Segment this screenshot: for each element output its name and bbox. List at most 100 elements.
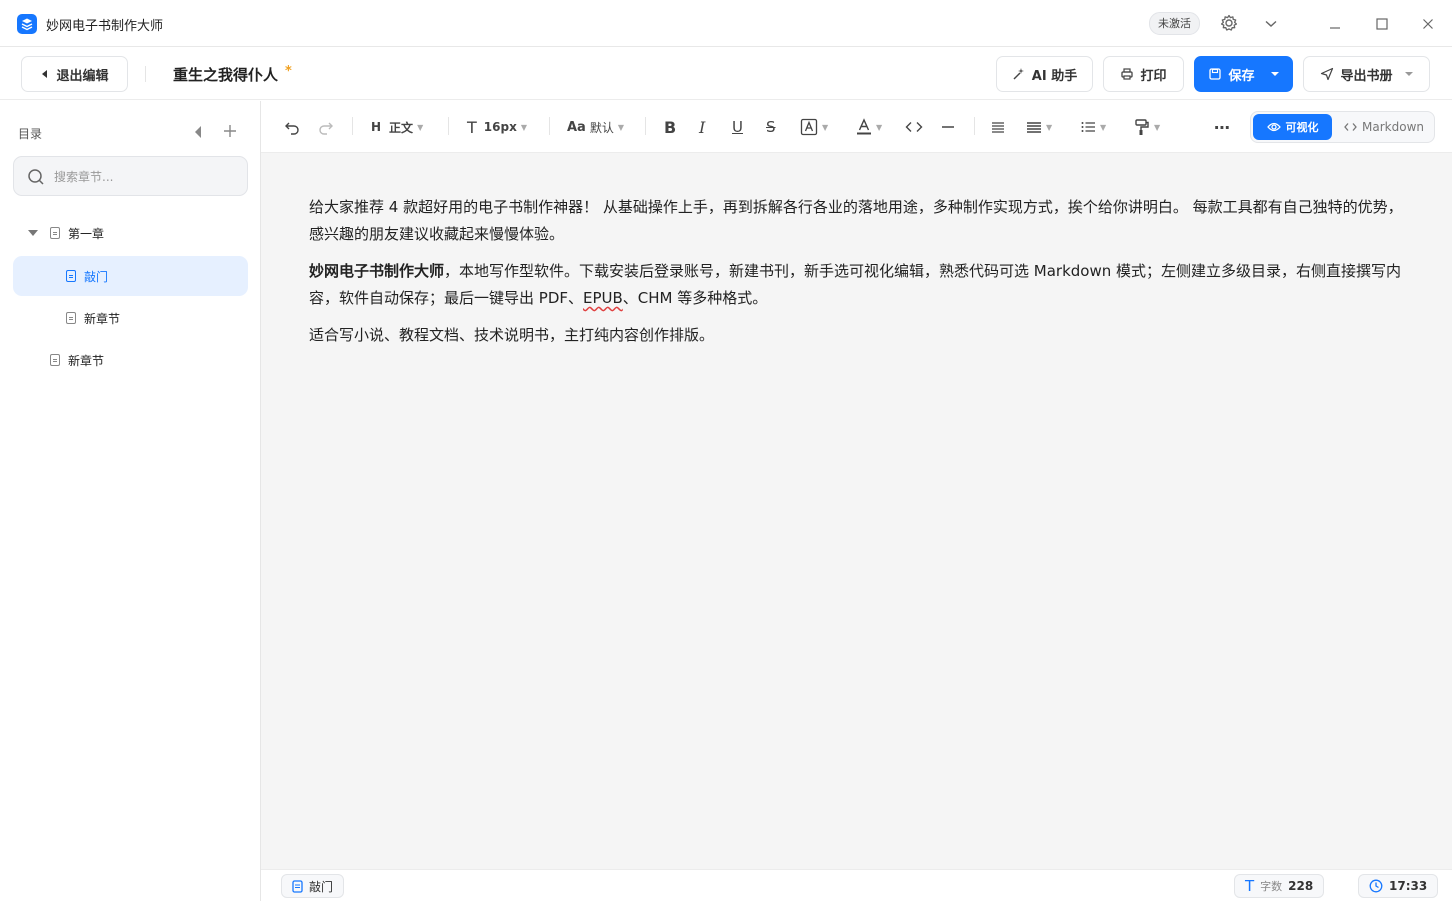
minimize-icon[interactable] <box>1326 15 1344 33</box>
heading-select[interactable]: H 正文 ▼ <box>371 115 423 139</box>
clock-icon <box>1369 879 1383 893</box>
app-logo-icon <box>17 14 37 34</box>
highlight-box-icon <box>800 118 818 136</box>
document-title[interactable]: 重生之我得仆人 * <box>173 64 292 85</box>
text-highlight-select[interactable]: ▼ <box>800 115 828 139</box>
word-count-label: 字数 <box>1260 880 1283 893</box>
word-count-chip: T 字数 228 <box>1234 874 1325 898</box>
mode-visual-button[interactable]: 可视化 <box>1253 114 1332 140</box>
chevron-down-icon[interactable] <box>1262 15 1280 33</box>
tree-item-label: 第一章 <box>68 226 105 241</box>
font-color-select[interactable]: ▼ <box>856 115 882 139</box>
bullet-list-icon <box>1081 122 1095 132</box>
print-button[interactable]: 打印 <box>1103 56 1184 92</box>
tree-item-chapter-1[interactable]: 第一章 <box>13 213 248 253</box>
chevron-down-icon: ▼ <box>617 122 625 132</box>
document-icon <box>50 227 60 239</box>
divider <box>448 117 449 135</box>
code-brackets-icon <box>1344 123 1357 131</box>
undo-icon[interactable] <box>283 115 301 139</box>
clock-time: 17:33 <box>1389 879 1428 893</box>
font-icon: Aa <box>567 119 586 135</box>
editor-mode-switch: 可视化 Markdown <box>1250 111 1435 143</box>
document-icon <box>50 354 60 366</box>
tree-item-new-section-root[interactable]: 新章节 <box>13 340 248 380</box>
add-chapter-icon[interactable] <box>222 123 238 139</box>
chevron-down-icon: ▼ <box>520 122 527 132</box>
italic-icon[interactable]: I <box>699 115 705 139</box>
chevron-down-icon: ▼ <box>822 122 829 132</box>
tree-item-label: 敲门 <box>84 269 109 284</box>
editor-canvas[interactable]: 给大家推荐 4 款超好用的电子书制作神器！ 从基础操作上手，再到拆解各行各业的落… <box>261 153 1452 869</box>
close-icon[interactable] <box>1419 15 1437 33</box>
font-size-select[interactable]: T 16px ▼ <box>467 115 527 139</box>
divider <box>352 117 353 135</box>
sidebar-heading: 目录 <box>18 127 43 141</box>
search-icon <box>28 169 44 185</box>
redo-icon[interactable] <box>317 115 335 139</box>
collapse-sidebar-icon[interactable] <box>192 124 204 138</box>
more-options-icon[interactable]: ⋯ <box>1214 115 1231 139</box>
paragraph-2[interactable]: 妙网电子书制作大师，本地写作型软件。下载安装后登录账号，新建书刊，新手选可视化编… <box>309 258 1409 312</box>
save-label: 保存 <box>1228 68 1255 84</box>
horizontal-rule-icon[interactable] <box>940 115 956 139</box>
export-book-button[interactable]: 导出书册 <box>1303 56 1430 92</box>
strikethrough-icon[interactable]: S <box>766 115 776 139</box>
code-icon[interactable] <box>905 115 923 139</box>
eye-icon <box>1266 122 1281 132</box>
chevron-down-icon: ▼ <box>417 122 424 132</box>
word-count-value: 228 <box>1288 879 1314 893</box>
chapter-search-box[interactable] <box>13 156 248 196</box>
exit-edit-button[interactable]: 退出编辑 <box>21 56 128 92</box>
font-color-icon <box>857 118 871 135</box>
ai-assistant-button[interactable]: AI 助手 <box>996 56 1093 92</box>
title-bar: 妙网电子书制作大师 未激活 <box>0 0 1452 47</box>
chapter-search-input[interactable] <box>54 167 234 187</box>
divider <box>974 117 975 135</box>
paragraph-1[interactable]: 给大家推荐 4 款超好用的电子书制作神器！ 从基础操作上手，再到拆解各行各业的落… <box>309 194 1409 248</box>
current-chapter-chip[interactable]: 敲门 <box>281 874 345 898</box>
app-title: 妙网电子书制作大师 <box>46 19 164 34</box>
chevron-down-icon: ▼ <box>876 122 883 132</box>
printer-icon <box>1121 68 1134 80</box>
tree-item-new-section[interactable]: 新章节 <box>13 298 248 338</box>
magic-wand-icon <box>1013 68 1024 80</box>
font-family-select[interactable]: Aa 默认 ▼ <box>567 115 624 139</box>
mode-markdown-label: Markdown <box>1362 120 1424 134</box>
bold-icon[interactable]: B <box>664 115 676 139</box>
exit-edit-label: 退出编辑 <box>56 68 109 84</box>
format-painter-select[interactable]: ▼ <box>1134 115 1160 139</box>
paragraph-3[interactable]: 适合写小说、教程文档、技术说明书，主打纯内容创作排版。 <box>309 322 1409 349</box>
font-size-value: 16px <box>483 120 517 134</box>
unsaved-indicator: * <box>285 64 292 79</box>
tree-item-label: 新章节 <box>68 353 105 368</box>
save-button[interactable]: 保存 <box>1194 56 1293 92</box>
ai-assistant-label: AI 助手 <box>1031 68 1078 84</box>
caret-down-icon[interactable] <box>1270 71 1279 77</box>
align-select[interactable]: ▼ <box>1026 115 1052 139</box>
indent-icon[interactable] <box>990 115 1006 139</box>
chevron-down-icon: ▼ <box>1154 122 1161 132</box>
sidebar: 目录 第一章 敲门 新章节 新章节 <box>0 101 261 901</box>
status-bar: 敲门 T 字数 228 17:33 <box>261 869 1452 901</box>
paragraph-2-text: ，本地写作型软件。下载安装后登录账号，新建书刊，新手选可视化编辑，熟悉代码可选 … <box>309 262 1402 307</box>
mode-visual-label: 可视化 <box>1285 121 1319 134</box>
chevron-down-icon: ▼ <box>1046 122 1053 132</box>
activation-badge[interactable]: 未激活 <box>1149 12 1200 35</box>
tree-item-knock[interactable]: 敲门 <box>13 256 248 296</box>
spellcheck-word: EPUB <box>583 289 623 307</box>
clock-chip: 17:33 <box>1358 874 1439 898</box>
settings-gear-icon[interactable] <box>1219 13 1239 33</box>
list-select[interactable]: ▼ <box>1080 115 1106 139</box>
document-icon <box>292 879 303 893</box>
expand-caret-icon[interactable] <box>28 229 38 237</box>
document-icon <box>66 270 76 282</box>
text-size-icon: T <box>467 117 477 137</box>
export-book-label: 导出书册 <box>1340 68 1393 84</box>
heading-icon: H <box>371 120 382 134</box>
caret-down-icon[interactable] <box>1404 71 1413 77</box>
mode-markdown-button[interactable]: Markdown <box>1335 114 1433 140</box>
maximize-icon[interactable] <box>1373 15 1391 33</box>
floppy-disk-icon <box>1209 68 1222 80</box>
underline-icon[interactable]: U <box>732 115 743 139</box>
